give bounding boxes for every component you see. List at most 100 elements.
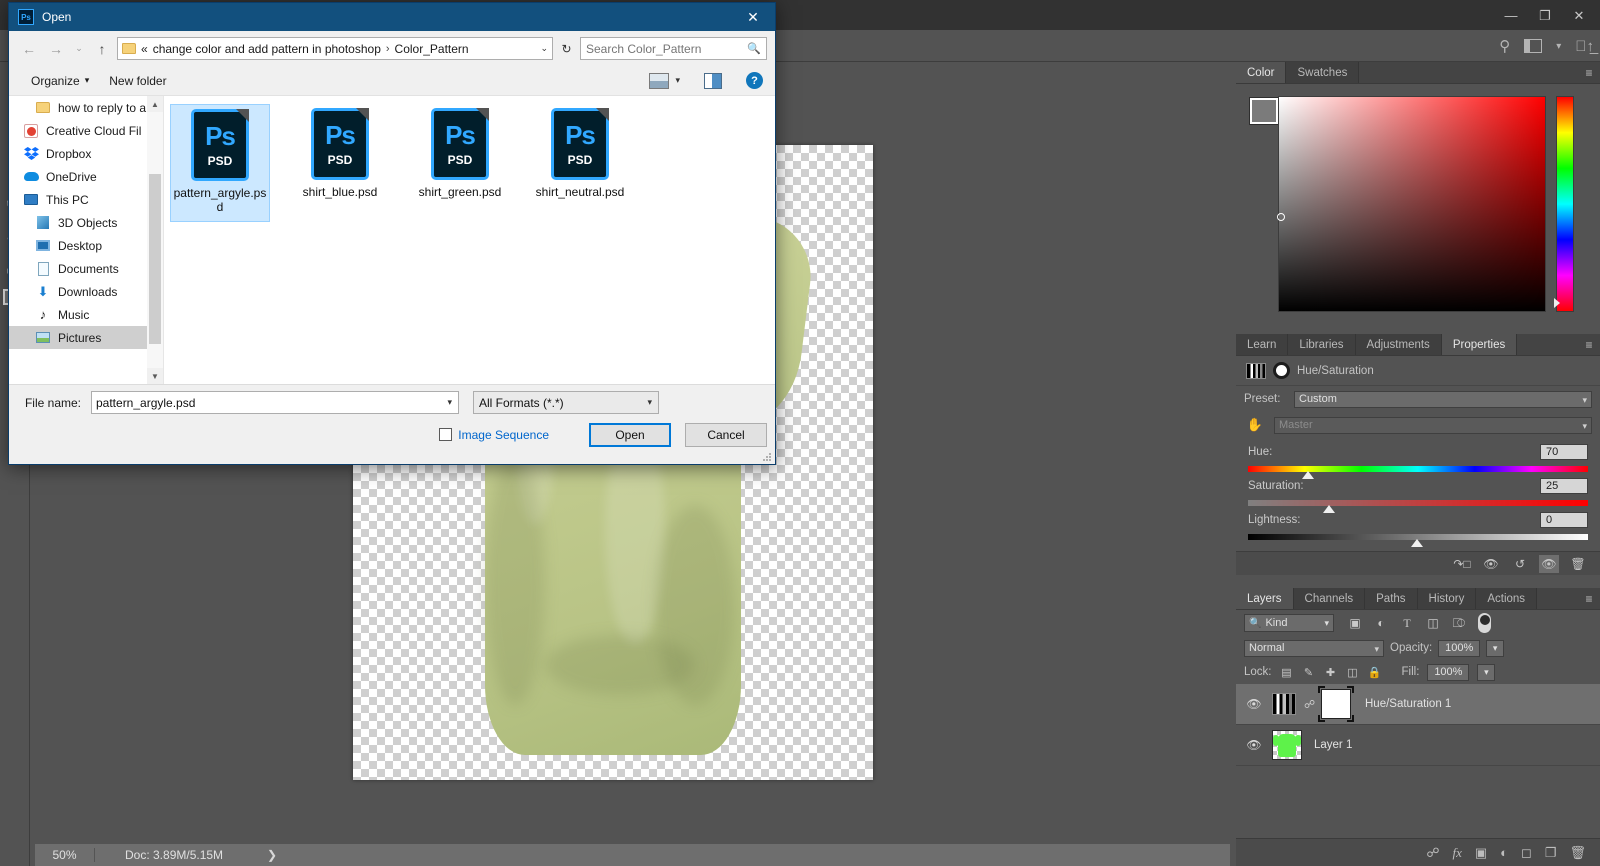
layer-row-layer-1[interactable]: 👁 Layer 1 (1236, 725, 1600, 766)
link-mask-icon[interactable]: ☍ (1304, 698, 1315, 711)
sidebar-item-this-pc[interactable]: This PC (9, 188, 163, 211)
image-sequence-checkbox-group[interactable]: Image Sequence (439, 428, 549, 442)
delete-icon[interactable]: 🗑 (1568, 555, 1588, 573)
dialog-close-button[interactable]: ✕ (731, 3, 775, 31)
tab-actions[interactable]: Actions (1476, 588, 1538, 609)
lock-image-pixels-icon[interactable]: ✎ (1302, 665, 1316, 679)
recent-locations-button[interactable]: ⌄ (71, 37, 87, 61)
layer-styles-icon[interactable]: fx (1452, 845, 1461, 861)
tab-paths[interactable]: Paths (1365, 588, 1418, 609)
layer-row-hue-saturation[interactable]: 👁 ☍ Hue/Saturation 1 (1236, 684, 1600, 725)
sidebar-item-desktop[interactable]: Desktop (9, 234, 163, 257)
saturation-slider-thumb[interactable] (1322, 505, 1335, 513)
scroll-down-icon[interactable]: ▼ (147, 368, 163, 384)
dialog-file-list[interactable]: Ps PSD pattern_argyle.psd Ps PSD shirt_b… (164, 96, 775, 384)
back-button[interactable]: ← (17, 37, 41, 61)
help-icon[interactable]: ? (746, 72, 763, 89)
lock-position-icon[interactable]: ✚ (1324, 665, 1338, 679)
delete-layer-icon[interactable]: 🗑 (1569, 845, 1586, 861)
filter-adjustment-icon[interactable]: ◐ (1368, 612, 1394, 634)
refresh-button[interactable]: ↻ (556, 37, 577, 60)
tab-libraries[interactable]: Libraries (1288, 334, 1356, 355)
lock-artboard-icon[interactable]: ◫ (1346, 665, 1360, 679)
breadcrumb-overflow-icon[interactable]: « (141, 42, 148, 56)
dialog-resize-grip[interactable] (762, 452, 772, 462)
chevron-down-icon[interactable]: ▾ (675, 75, 680, 86)
minimize-button[interactable]: — (1494, 3, 1528, 27)
tab-channels[interactable]: Channels (1293, 588, 1366, 609)
layer-visibility-icon[interactable]: 👁 (1244, 697, 1264, 711)
tab-history[interactable]: History (1417, 588, 1477, 609)
fill-value-field[interactable]: 100% (1427, 663, 1470, 681)
search-input[interactable] (586, 41, 736, 56)
status-expand-arrow[interactable]: ❯ (223, 848, 277, 862)
open-file-dialog[interactable]: Ps Open ✕ ← → ⌄ ↑ « change color and add… (8, 2, 776, 465)
fill-stepper-chevron[interactable]: ▾ (1477, 663, 1496, 681)
tab-layers[interactable]: Layers (1236, 588, 1294, 609)
file-item-shirt-green[interactable]: Ps PSD shirt_green.psd (410, 104, 510, 222)
search-box[interactable]: 🔍 (580, 37, 767, 60)
file-item-pattern-argyle[interactable]: Ps PSD pattern_argyle.psd (170, 104, 270, 222)
add-layer-mask-icon[interactable]: ▣ (1475, 845, 1487, 861)
reset-icon[interactable]: ↺ (1510, 555, 1530, 573)
forward-button[interactable]: → (44, 37, 68, 61)
file-format-select[interactable]: All Formats (*.*) ▾ (473, 391, 659, 414)
chevron-down-icon[interactable]: ▾ (447, 397, 452, 408)
hue-value-field[interactable]: 70 (1540, 444, 1588, 460)
sidebar-item-music[interactable]: ♪ Music (9, 303, 163, 326)
restore-button[interactable]: ❐ (1528, 3, 1562, 27)
lightness-slider-track[interactable] (1248, 534, 1588, 547)
layer-mask-thumbnail[interactable] (1318, 686, 1354, 722)
blend-mode-select[interactable]: Normal ▾ (1244, 639, 1384, 657)
view-previous-state-icon[interactable]: 👁 (1481, 555, 1501, 573)
share-icon[interactable]: ↑̲ (1575, 38, 1594, 55)
file-item-shirt-neutral[interactable]: Ps PSD shirt_neutral.psd (530, 104, 630, 222)
image-sequence-checkbox[interactable] (439, 428, 453, 441)
new-group-icon[interactable]: ◻ (1521, 845, 1532, 861)
filter-type-icon[interactable]: T (1394, 612, 1420, 634)
new-layer-icon[interactable]: ❐ (1545, 845, 1557, 861)
saturation-value-field[interactable]: 25 (1540, 478, 1588, 494)
foreground-color-swatch[interactable] (1250, 98, 1278, 124)
opacity-stepper-chevron[interactable]: ▾ (1486, 639, 1505, 657)
hue-strip-slider[interactable] (1556, 96, 1574, 312)
clip-to-layer-icon[interactable]: ↷□ (1452, 555, 1472, 573)
open-button[interactable]: Open (589, 422, 671, 447)
sidebar-item-how-to-reply[interactable]: how to reply to a (9, 96, 163, 119)
organize-button[interactable]: Organize ▾ (21, 69, 99, 93)
search-icon[interactable]: ⚲ (1499, 37, 1510, 55)
color-field-picker[interactable] (1277, 96, 1546, 312)
cancel-button[interactable]: Cancel (685, 422, 767, 447)
new-adjustment-layer-icon[interactable]: ◐ (1500, 845, 1508, 860)
layer-filter-kind-select[interactable]: 🔍 Kind ▾ (1244, 614, 1334, 632)
color-panel-menu-icon[interactable]: ≡ (1578, 62, 1600, 83)
properties-panel-menu-icon[interactable]: ≡ (1578, 334, 1600, 355)
filter-smartobject-icon[interactable]: ⎄ (1446, 612, 1472, 634)
lock-transparent-pixels-icon[interactable]: ▤ (1280, 665, 1294, 679)
filter-image-icon[interactable]: ▣ (1342, 612, 1368, 634)
chevron-down-icon[interactable]: ▾ (1556, 41, 1561, 52)
targeted-adjustment-icon[interactable]: ✋ (1244, 417, 1266, 433)
link-layers-icon[interactable]: ☍ (1426, 845, 1439, 861)
workspace-icon[interactable] (1524, 39, 1543, 53)
lock-all-icon[interactable]: 🔒 (1368, 665, 1382, 679)
tab-adjustments[interactable]: Adjustments (1355, 334, 1442, 355)
zoom-level[interactable]: 50% (35, 848, 95, 862)
chevron-down-icon[interactable]: ⌄ (540, 43, 548, 54)
sidebar-item-3d-objects[interactable]: 3D Objects (9, 211, 163, 234)
sidebar-item-documents[interactable]: Documents (9, 257, 163, 280)
preview-pane-icon[interactable] (704, 72, 722, 89)
tab-properties[interactable]: Properties (1441, 334, 1518, 355)
toggle-visibility-icon[interactable]: 👁 (1539, 554, 1559, 573)
tab-color[interactable]: Color (1236, 62, 1287, 83)
channel-select[interactable]: Master ▾ (1274, 416, 1592, 434)
filter-toggle-switch[interactable] (1478, 613, 1491, 633)
layer-thumbnail[interactable] (1272, 730, 1302, 760)
lightness-value-field[interactable]: 0 (1540, 512, 1588, 528)
adjustment-layer-thumbnail[interactable] (1272, 693, 1296, 715)
filter-shape-icon[interactable]: ◫ (1420, 612, 1446, 634)
file-name-input[interactable]: pattern_argyle.psd ▾ (91, 391, 459, 414)
up-one-level-button[interactable]: ↑ (90, 37, 114, 61)
hue-slider-track[interactable] (1248, 466, 1588, 479)
lightness-slider-thumb[interactable] (1411, 539, 1424, 547)
